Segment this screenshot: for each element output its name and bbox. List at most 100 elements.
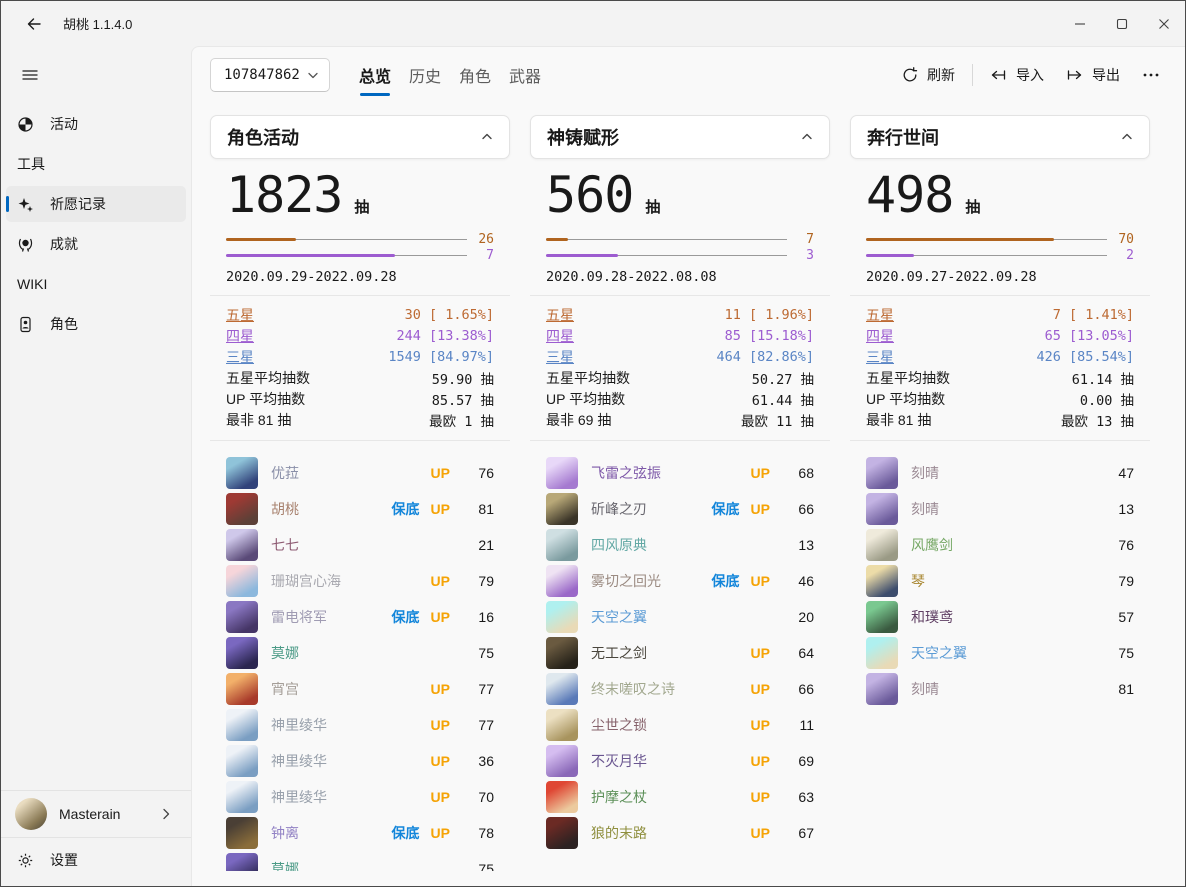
item-count: 66 [794,501,814,517]
item-count: 46 [794,573,814,589]
up-badge: UP [431,501,450,517]
item-avatar [546,565,578,597]
sidebar-item-characters[interactable]: 角色 [6,306,186,342]
list-item: 雷电将军保底UP16 [226,599,494,635]
minimize-button[interactable] [1059,1,1101,46]
pity-count: 7 [796,232,814,247]
banner-card-header[interactable]: 神铸赋形 [530,115,830,159]
star3-link[interactable]: 三星 [226,347,254,367]
stat-row: 三星426 [85.54%] [866,346,1134,367]
progress-fill [866,238,1054,241]
up-badge: UP [431,753,450,769]
sidebar-item-achievements[interactable]: 成就 [6,226,186,262]
star5-link[interactable]: 五星 [226,305,254,325]
up-badge: UP [431,609,450,625]
tab-history[interactable]: 历史 [409,47,441,102]
sidebar-footer: Masterain 设置 [1,788,191,886]
item-name: 不灭月华 [591,751,647,771]
item-avatar [546,745,578,777]
stat-value: 464 [82.86%] [716,349,814,365]
back-button[interactable] [17,8,51,40]
uid-select[interactable]: 107847862 [210,58,330,92]
list-item: 神里绫华UP70 [226,779,494,815]
user-avatar [15,798,47,830]
pity-count: 26 [476,232,494,247]
stat-value: 7 [ 1.41%] [1053,307,1134,323]
star4-link[interactable]: 四星 [226,326,254,346]
stat-row: UP 平均抽数0.00 抽 [866,388,1134,409]
menu-button[interactable] [11,58,49,92]
refresh-label: 刷新 [927,65,955,85]
star5-link[interactable]: 五星 [546,305,574,325]
item-badges: UP [431,789,450,805]
chevron-up-icon [801,131,813,143]
banner-card-header[interactable]: 角色活动 [210,115,510,159]
maximize-button[interactable] [1101,1,1143,46]
tab-weapons[interactable]: 武器 [509,47,541,102]
item-count: 76 [474,465,494,481]
more-button[interactable] [1131,60,1171,90]
close-button[interactable] [1143,1,1185,46]
item-name: 优菈 [271,463,299,483]
list-item: 莫娜75 [226,851,494,871]
stat-label: UP 平均抽数 [226,389,305,409]
stat-label: 五星平均抽数 [226,368,310,388]
progress-track [226,238,467,241]
pity-badge: 保底 [392,823,420,843]
star3-link[interactable]: 三星 [866,347,894,367]
stat-row: 最非 69 抽最欧 11 抽 [546,409,814,430]
item-badges: UP [751,789,770,805]
star4-link[interactable]: 四星 [866,326,894,346]
item-count: 36 [474,753,494,769]
toolbar-actions: 刷新 导入 导出 [891,58,1171,92]
total-pulls-value: 1823 [226,169,342,221]
banner-title: 角色活动 [227,124,299,150]
star4-link[interactable]: 四星 [546,326,574,346]
stat-value: 最欧 13 抽 [1061,410,1134,430]
progress-track [546,254,787,257]
sidebar-item-wish-records[interactable]: 祈愿记录 [6,186,186,222]
list-item: 刻晴81 [866,671,1134,707]
star3-link[interactable]: 三星 [546,347,574,367]
list-item: 优菈UP76 [226,455,494,491]
import-label: 导入 [1016,65,1044,85]
star5-link[interactable]: 五星 [866,305,894,325]
item-avatar [226,457,258,489]
pity-count: 2 [1116,248,1134,263]
list-item: 天空之翼75 [866,635,1134,671]
item-name: 斫峰之刃 [591,499,647,519]
minimize-icon [1073,17,1087,31]
stat-value: 65 [13.05%] [1045,328,1134,344]
item-avatar [546,709,578,741]
tab-characters[interactable]: 角色 [459,47,491,102]
item-name: 神里绫华 [271,751,327,771]
item-name: 护摩之杖 [591,787,647,807]
pulls-unit: 抽 [645,196,660,217]
banner-card-header[interactable]: 奔行世间 [850,115,1150,159]
date-range: 2020.09.28-2022.08.08 [546,269,814,285]
stat-value: 61.44 抽 [752,389,814,409]
close-icon [1157,17,1171,31]
item-count: 67 [794,825,814,841]
item-name: 四风原典 [591,535,647,555]
refresh-button[interactable]: 刷新 [891,58,966,92]
user-account-button[interactable]: Masterain [6,793,186,835]
sidebar-item-activity[interactable]: 活动 [6,106,186,142]
item-avatar [866,637,898,669]
item-name: 钟离 [271,823,299,843]
item-count: 13 [1114,501,1134,517]
list-item: 莫娜75 [226,635,494,671]
sidebar-item-label: 成就 [50,234,78,254]
export-button[interactable]: 导出 [1055,58,1131,92]
tab-overview[interactable]: 总览 [359,47,391,102]
item-avatar [226,493,258,525]
item-avatar [546,781,578,813]
stat-row: 最非 81 抽最欧 1 抽 [226,409,494,430]
item-badges: UP [431,717,450,733]
item-badges: 保底UP [392,823,450,843]
item-avatar [546,493,578,525]
list-item: 和璞鸢57 [866,599,1134,635]
item-avatar [546,529,578,561]
import-button[interactable]: 导入 [979,58,1055,92]
sidebar-item-settings[interactable]: 设置 [6,840,186,880]
